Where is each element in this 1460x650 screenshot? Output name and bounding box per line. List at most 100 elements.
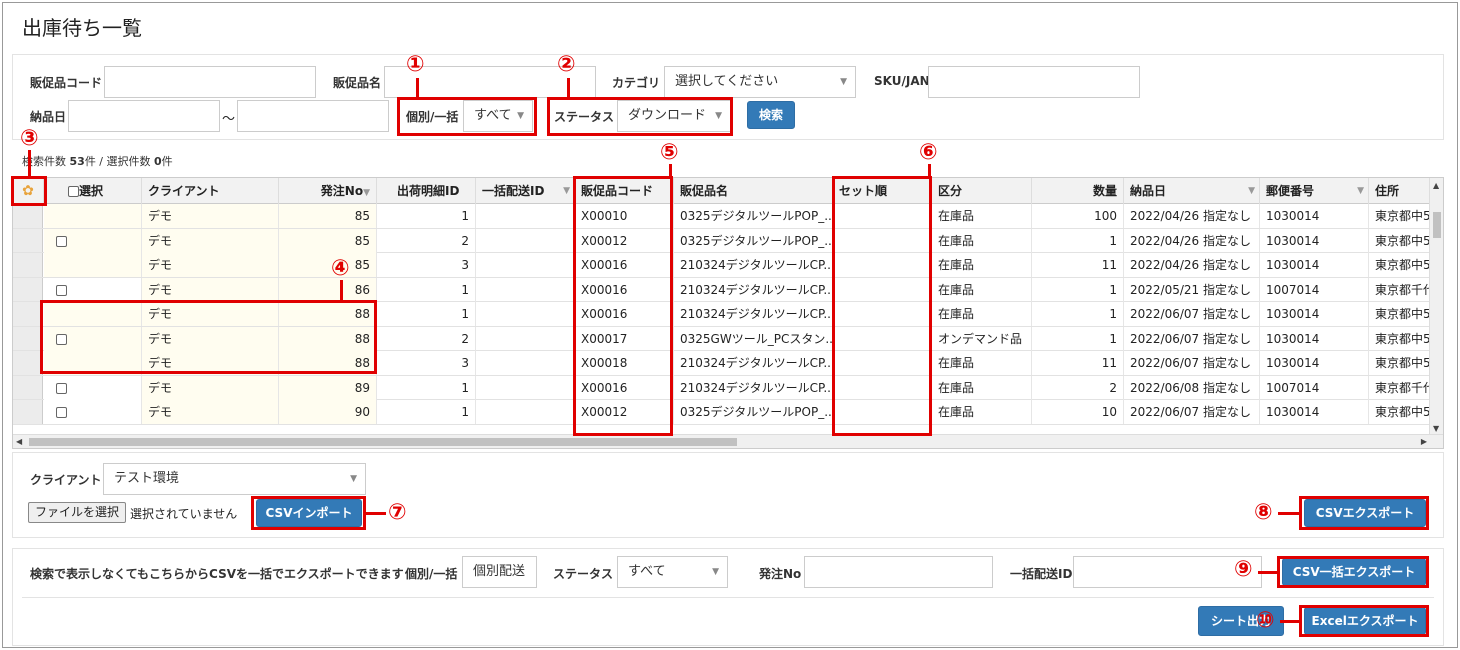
select-all-checkbox[interactable]: [68, 186, 79, 197]
scroll-up-icon[interactable]: ▲: [1433, 181, 1439, 190]
cell-product-name: 210324デジタルツールCP...: [674, 302, 833, 326]
table-row[interactable]: デモ 85 1 X00010 0325デジタルツールPOP_... 在庫品 100 2022/…: [13, 204, 1443, 229]
cell-select: [44, 326, 142, 351]
table-row[interactable]: デモ 88 2 X00017 0325GWツール_PCスタン... オンデマンド品 1 202…: [13, 326, 1443, 351]
row-checkbox[interactable]: [56, 382, 67, 394]
cell-qty: 11: [1032, 253, 1124, 277]
cell-batch-id: [476, 204, 575, 228]
cell-kubun: 在庫品: [932, 253, 1032, 277]
header-batch-id[interactable]: 一括配送ID ▼: [476, 178, 575, 204]
bulk-individual-select[interactable]: 個別配送: [462, 556, 537, 588]
annotation-number-4: ④: [331, 256, 350, 281]
row-checkbox[interactable]: [56, 333, 67, 345]
table-row[interactable]: デモ 90 1 X00012 0325デジタルツールPOP_... 在庫品 10 2022/0…: [13, 400, 1443, 425]
page-title: 出庫待ち一覧: [22, 16, 142, 40]
cell-ship-detail-id: 1: [377, 375, 476, 400]
cell-set-order: [833, 253, 932, 277]
results-grid: ✿ 選択 クライアント 発注No▼ 出荷明細ID 一括配送ID ▼ 販促品コード …: [12, 177, 1444, 449]
scroll-left-icon[interactable]: ◀: [16, 437, 22, 446]
cell-product-code: X00016: [575, 302, 674, 326]
bulk-status-select[interactable]: すべて ▼: [617, 556, 728, 588]
csv-export-button[interactable]: CSVエクスポート: [1304, 499, 1426, 527]
header-address[interactable]: 住所: [1369, 178, 1431, 204]
filter-icon[interactable]: ▼: [1248, 178, 1255, 204]
header-client[interactable]: クライアント: [142, 178, 279, 204]
header-kubun[interactable]: 区分: [932, 178, 1032, 204]
cell-select: [44, 302, 142, 326]
category-select[interactable]: 選択してください ▼: [664, 66, 856, 98]
horizontal-scroll-thumb[interactable]: [29, 438, 737, 446]
header-postal[interactable]: 郵便番号 ▼: [1260, 178, 1369, 204]
header-delivery-date[interactable]: 納品日 ▼: [1124, 178, 1260, 204]
cell-set-order: [833, 351, 932, 375]
scroll-right-icon[interactable]: ▶: [1421, 437, 1427, 446]
product-code-input[interactable]: [104, 66, 316, 98]
cell-order-no: 88: [279, 302, 377, 326]
table-row[interactable]: デモ 88 3 X00018 210324デジタルツールCP... 在庫品 11 2022/0…: [13, 351, 1443, 376]
cell-client: デモ: [142, 375, 279, 400]
header-product-name[interactable]: 販促品名: [674, 178, 833, 204]
gear-icon[interactable]: ✿: [22, 183, 34, 199]
cell-order-no: 85: [279, 253, 377, 277]
delivery-date-to[interactable]: [237, 100, 389, 132]
annotation-number-9: ⑨: [1234, 557, 1253, 582]
csv-bulk-export-button[interactable]: CSV一括エクスポート: [1282, 558, 1426, 586]
vertical-scrollbar[interactable]: ▲ ▼: [1429, 178, 1443, 436]
cell-address: 東京都千代: [1369, 277, 1431, 302]
header-order-no[interactable]: 発注No▼: [279, 178, 377, 204]
csv-import-button[interactable]: CSVインポート: [256, 499, 362, 527]
column-settings-header[interactable]: ✿: [13, 178, 44, 204]
row-checkbox[interactable]: [56, 284, 67, 296]
header-product-code[interactable]: 販促品コード: [575, 178, 674, 204]
table-row[interactable]: デモ 85 3 X00016 210324デジタルツールCP... 在庫品 11 2022/0…: [13, 253, 1443, 278]
scroll-down-icon[interactable]: ▼: [1433, 424, 1439, 433]
bulk-order-no-input[interactable]: [804, 556, 993, 588]
vertical-scroll-thumb[interactable]: [1433, 212, 1441, 238]
cell-select: [44, 204, 142, 228]
cell-select: [44, 351, 142, 375]
cell-ship-detail-id: 3: [377, 253, 476, 277]
annotation-number-3: ③: [20, 126, 39, 151]
header-qty[interactable]: 数量: [1032, 178, 1124, 204]
row-checkbox[interactable]: [56, 235, 67, 247]
cell-set-order: [833, 302, 932, 326]
cell-kubun: 在庫品: [932, 204, 1032, 228]
table-row[interactable]: デモ 88 1 X00016 210324デジタルツールCP... 在庫品 1 2022/06…: [13, 302, 1443, 327]
cell-delivery-date: 2022/06/08 指定なし: [1124, 375, 1260, 400]
cell-ship-detail-id: 1: [377, 400, 476, 424]
row-checkbox[interactable]: [56, 407, 67, 418]
horizontal-scrollbar[interactable]: ◀ ▶: [13, 434, 1443, 448]
filter-icon[interactable]: ▼: [563, 178, 570, 204]
search-button[interactable]: 検索: [747, 101, 795, 129]
cell-order-no: 86: [279, 277, 377, 302]
filter-icon[interactable]: ▼: [363, 188, 370, 198]
annotation-line-6: [928, 164, 931, 177]
header-select[interactable]: 選択: [44, 178, 142, 204]
delivery-date-from[interactable]: [68, 100, 220, 132]
cell-product-name: 0325デジタルツールPOP_...: [674, 228, 833, 253]
status-select[interactable]: ダウンロード ▼: [617, 100, 731, 132]
sku-input[interactable]: [928, 66, 1140, 98]
table-row[interactable]: デモ 86 1 X00016 210324デジタルツールCP... 在庫品 1 2022/05…: [13, 277, 1443, 302]
file-select-button[interactable]: ファイルを選択: [28, 502, 127, 523]
import-client-select[interactable]: テスト環境 ▼: [103, 463, 366, 495]
cell-qty: 10: [1032, 400, 1124, 424]
annotation-number-8: ⑧: [1254, 500, 1273, 525]
individual-select[interactable]: すべて ▼: [463, 100, 533, 132]
header-ship-detail-id[interactable]: 出荷明細ID: [377, 178, 476, 204]
panel-divider: [22, 597, 1434, 598]
excel-export-button[interactable]: Excelエクスポート: [1304, 607, 1426, 635]
status-value: ダウンロード: [628, 108, 707, 123]
cell-delivery-date: 2022/04/26 指定なし: [1124, 228, 1260, 253]
bulk-status-value: すべて: [628, 564, 666, 579]
annotation-number-6: ⑥: [919, 140, 938, 165]
bulk-order-no-label: 発注No: [759, 567, 802, 581]
filter-icon[interactable]: ▼: [1357, 178, 1364, 204]
bulk-individual-value: 個別配送: [473, 564, 526, 579]
header-set-order[interactable]: セット順: [833, 178, 932, 204]
cell-address: 東京都千代: [1369, 375, 1431, 400]
table-row[interactable]: デモ 85 2 X00012 0325デジタルツールPOP_... 在庫品 1 2022/04…: [13, 228, 1443, 253]
table-row[interactable]: デモ 89 1 X00016 210324デジタルツールCP... 在庫品 2 2022/06…: [13, 375, 1443, 400]
chevron-down-icon: ▼: [715, 111, 722, 121]
cell-ship-detail-id: 2: [377, 228, 476, 253]
